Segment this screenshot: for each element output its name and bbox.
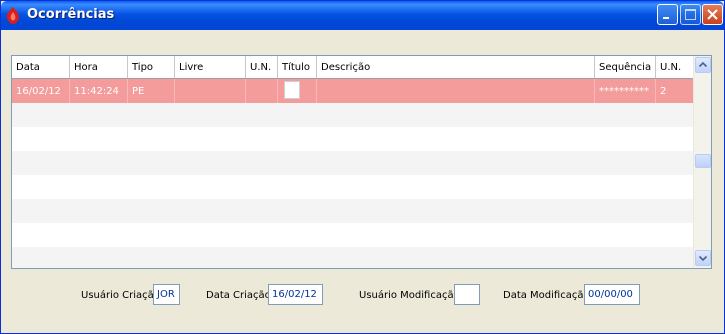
column-header-data[interactable]: Data (12, 56, 70, 78)
data-criacao-label: Data Criação (206, 290, 271, 301)
window-title: Ocorrências (27, 7, 115, 22)
app-flame-icon (6, 7, 20, 24)
column-header-sequencia[interactable]: Sequência (595, 56, 656, 78)
cell-sequencia: ********** (595, 79, 656, 103)
minimize-button[interactable] (657, 4, 678, 25)
scroll-down-button[interactable] (695, 250, 711, 266)
usuario-criacao-label: Usuário Criação (81, 290, 160, 301)
cell-data: 16/02/12 (12, 79, 70, 103)
cell-un (246, 79, 278, 103)
occurrences-grid[interactable]: Data Hora Tipo Livre U.N. Título Descriç… (11, 55, 712, 269)
column-header-tipo[interactable]: Tipo (128, 56, 175, 78)
ocorrencias-window: Ocorrências Data Hora Tipo Livre U.N. Tí… (0, 0, 725, 334)
usuario-modificacao-label: Usuário Modificação (359, 290, 460, 301)
title-bar[interactable]: Ocorrências (1, 1, 724, 30)
maximize-button[interactable] (680, 4, 701, 25)
cell-descricao (317, 79, 595, 103)
column-header-descricao[interactable]: Descrição (317, 56, 595, 78)
table-row-empty[interactable] (12, 247, 693, 268)
chevron-up-icon (698, 61, 708, 68)
grid-header: Data Hora Tipo Livre U.N. Título Descriç… (12, 56, 693, 79)
close-icon (707, 9, 718, 20)
table-row-empty[interactable] (12, 175, 693, 199)
column-header-un-2[interactable]: U.N. (656, 56, 693, 78)
data-criacao-field[interactable]: 16/02/12 (268, 284, 323, 305)
maximize-icon (685, 9, 696, 20)
column-header-un[interactable]: U.N. (246, 56, 278, 78)
table-row[interactable]: 16/02/12 11:42:24 PE ********** 2 (12, 79, 693, 103)
table-row-empty[interactable] (12, 151, 693, 175)
usuario-modificacao-field[interactable] (454, 284, 480, 305)
vertical-scrollbar[interactable] (693, 56, 711, 268)
usuario-criacao-field[interactable]: JOR (153, 284, 180, 305)
data-modificacao-field[interactable]: 00/00/00 (584, 284, 640, 305)
table-row-empty[interactable] (12, 223, 693, 247)
chevron-down-icon (698, 255, 708, 262)
cell-livre (175, 79, 246, 103)
column-header-hora[interactable]: Hora (70, 56, 128, 78)
scroll-thumb[interactable] (695, 154, 711, 168)
table-row-empty[interactable] (12, 103, 693, 127)
data-modificacao-label: Data Modificação (503, 290, 590, 301)
column-header-titulo[interactable]: Título (278, 56, 317, 78)
cell-tipo: PE (128, 79, 175, 103)
minimize-icon (663, 17, 669, 19)
table-row-empty[interactable] (12, 199, 693, 223)
scroll-up-button[interactable] (695, 57, 711, 73)
cell-hora: 11:42:24 (70, 79, 128, 103)
cell-un-2: 2 (660, 86, 667, 97)
close-button[interactable] (702, 4, 723, 25)
table-row-empty[interactable] (12, 127, 693, 151)
titulo-checkbox[interactable] (284, 81, 300, 99)
column-header-livre[interactable]: Livre (175, 56, 246, 78)
